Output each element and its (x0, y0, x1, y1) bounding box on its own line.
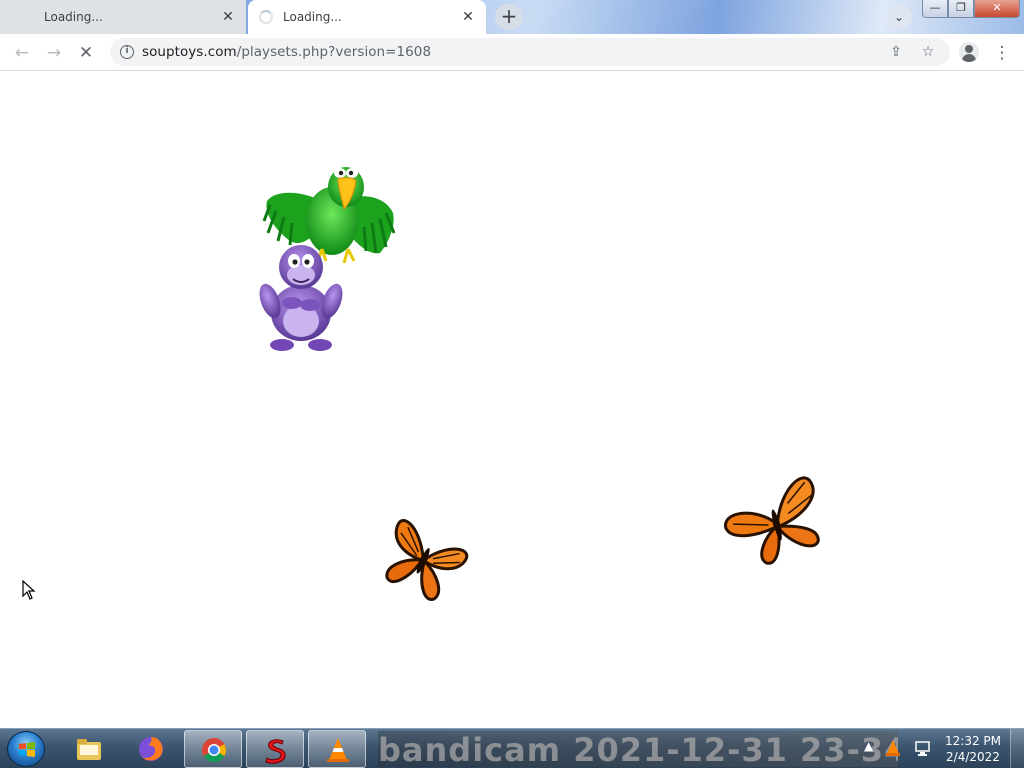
loading-spinner-icon (259, 10, 273, 24)
profile-avatar-icon[interactable] (959, 42, 979, 62)
tab-title: Loading... (44, 10, 103, 24)
stop-loading-button[interactable]: ✕ (73, 40, 99, 66)
folder-icon (77, 739, 101, 760)
close-tab-icon[interactable]: ✕ (220, 9, 236, 25)
close-window-button[interactable]: ✕ (974, 0, 1020, 18)
site-info-icon[interactable]: i (120, 45, 134, 59)
taskbar-vlc[interactable] (308, 730, 366, 768)
url-path: /playsets.php?version=1608 (236, 44, 432, 60)
purple-gorilla-toy[interactable] (258, 241, 344, 353)
tab-strip: Loading... ✕ Loading... ✕ + ⌄ — ❐ ✕ (0, 0, 1024, 34)
bookmark-star-icon[interactable]: ☆ (918, 42, 938, 62)
vlc-tray-icon[interactable] (884, 738, 902, 758)
menu-button[interactable]: ⋮ (989, 40, 1015, 66)
tab-loading-1[interactable]: Loading... ✕ (0, 0, 246, 34)
mouse-cursor-icon (22, 580, 36, 600)
minimize-button[interactable]: — (922, 0, 948, 18)
close-tab-icon[interactable]: ✕ (460, 9, 476, 25)
firefox-icon (139, 737, 163, 761)
show-desktop-button[interactable] (1010, 729, 1024, 769)
soup-toys-s-icon (265, 739, 286, 764)
forward-button[interactable]: → (41, 40, 67, 66)
playset-canvas[interactable] (0, 71, 1024, 728)
vlc-cone-icon (327, 738, 349, 762)
chrome-icon (202, 738, 226, 762)
taskbar-chrome[interactable] (184, 730, 242, 768)
taskbar-firefox[interactable] (122, 730, 180, 768)
address-bar[interactable]: i souptoys.com/playsets.php?version=1608… (110, 38, 950, 66)
url-domain: souptoys.com (142, 44, 237, 60)
tab-title: Loading... (283, 10, 342, 24)
butterfly-left-toy[interactable] (376, 511, 472, 607)
new-tab-button[interactable]: + (495, 4, 523, 30)
url-text[interactable]: souptoys.com/playsets.php?version=1608 (142, 44, 431, 60)
clock-date: 2/4/2022 (946, 750, 1000, 764)
network-icon[interactable] (914, 740, 932, 758)
system-clock[interactable]: 12:32 PM 2/4/2022 (940, 733, 1006, 765)
back-button[interactable]: ← (9, 40, 35, 66)
windows-taskbar: bandicam 2021-12-31 23-34-45 ▲ 12:32 PM … (0, 728, 1024, 769)
tab-search-button[interactable]: ⌄ (886, 5, 912, 29)
tab-loading-2[interactable]: Loading... ✕ (248, 0, 486, 34)
taskbar-file-explorer[interactable] (60, 730, 118, 768)
browser-toolbar: ← → ✕ i souptoys.com/playsets.php?versio… (0, 34, 1024, 71)
butterfly-right-toy[interactable] (720, 473, 832, 571)
clock-time: 12:32 PM (945, 734, 1001, 748)
taskbar-soup-toys[interactable] (246, 730, 304, 768)
screen-recorder-watermark: bandicam 2021-12-31 23-34-45 (378, 731, 898, 767)
share-icon[interactable]: ⇪ (886, 42, 906, 62)
start-button[interactable] (7, 731, 45, 767)
windows-flag-icon (19, 742, 35, 757)
restore-button[interactable]: ❐ (948, 0, 974, 18)
show-hidden-icons-button[interactable]: ▲ (864, 739, 873, 753)
